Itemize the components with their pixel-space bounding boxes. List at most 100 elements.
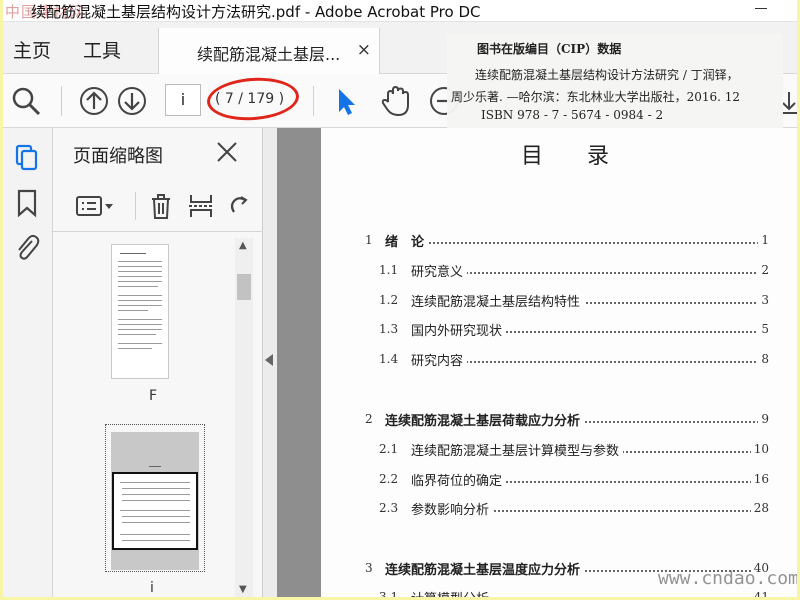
toc-entry[interactable]: 1.4 研究内容 8	[321, 349, 797, 369]
viewport-indicator[interactable]	[112, 472, 198, 550]
previous-page-icon[interactable]	[77, 84, 111, 118]
toc-page-number: 41	[750, 590, 769, 597]
thumb-text-line	[118, 310, 148, 311]
left-icon-rail	[3, 128, 53, 597]
cip-header: 图书在版编目（CIP）数据	[477, 42, 622, 56]
thumb-text-line	[118, 319, 162, 320]
pdf-page: 目录 1 绪 论 1 1.1 研究意义 2 1.2 连续配筋混凝土基层结构特性 3 1.3 国内外研…	[321, 128, 797, 597]
toc-number: 2.1	[379, 442, 399, 456]
toc-leader-dots	[385, 242, 763, 244]
toc-title: 计算模型分析	[411, 588, 494, 597]
thumbnail-scrollbar[interactable]: ▲ ▼	[235, 238, 253, 597]
toc-title: 研究内容	[411, 350, 468, 369]
attachments-icon[interactable]	[12, 232, 42, 262]
toc-number: 2	[365, 412, 373, 426]
toc-entry[interactable]: 1.1 研究意义 2	[321, 260, 797, 280]
thumb-text-line	[118, 348, 152, 349]
watermark-bottom-right: www.cndao.com	[658, 568, 797, 589]
thumb-text-line	[118, 324, 162, 325]
panel-separator	[135, 192, 136, 220]
title-bar: 中国建材网 续配筋混凝土基层结构设计方法研究.pdf - Adobe Acrob…	[3, 0, 797, 22]
toc-title: 参数影响分析	[411, 499, 494, 518]
toc-page-number: 1	[758, 233, 769, 247]
toc-page-number: 5	[758, 322, 769, 336]
thumbnail-label: F	[149, 388, 158, 404]
thumb-text-line	[118, 305, 162, 306]
selected-thumbnail[interactable]	[105, 424, 205, 572]
thumb-text-line	[120, 510, 190, 511]
next-page-icon[interactable]	[115, 84, 149, 118]
minimize-button[interactable]	[755, 8, 767, 9]
cip-line: 连续配筋混凝土基层结构设计方法研究 / 丁润铎，	[475, 68, 739, 82]
thumb-text-line	[122, 522, 190, 523]
select-cursor-icon[interactable]	[329, 84, 363, 118]
thumb-text-line	[122, 488, 190, 489]
page-thumbnail[interactable]	[111, 244, 169, 379]
page-number-input[interactable]: i	[165, 84, 201, 116]
toc-number: 2.2	[379, 472, 399, 486]
toc-page-number: 28	[750, 501, 769, 515]
bookmarks-icon[interactable]	[12, 188, 42, 218]
tab-close-button[interactable]: ×	[357, 40, 371, 60]
toc-title: 连续配筋混凝土基层结构特性	[411, 291, 585, 310]
toc-number: 1.3	[379, 322, 399, 336]
toc-number: 3.1	[379, 590, 399, 597]
delete-icon[interactable]	[147, 192, 175, 220]
toc-page-number: 9	[758, 412, 769, 426]
tools-menu[interactable]: 工具	[83, 36, 121, 63]
thumb-text-line	[118, 343, 162, 344]
thumb-text-line	[120, 534, 190, 535]
thumb-text-line	[118, 295, 162, 296]
thumb-text-line	[118, 329, 162, 330]
hand-tool-icon[interactable]	[379, 84, 413, 118]
toc-entry[interactable]: 1 绪 论 1	[321, 230, 797, 250]
collapse-arrow-icon[interactable]	[265, 354, 273, 366]
toc-number: 2.3	[379, 501, 399, 515]
toc-page-number: 10	[750, 442, 769, 456]
extract-pages-icon[interactable]	[187, 192, 215, 220]
search-icon[interactable]	[9, 84, 43, 118]
toc-page-number: 16	[750, 472, 769, 486]
rotate-icon[interactable]	[225, 192, 253, 220]
toc-title: 绪 论	[385, 231, 429, 250]
toc-title: 研究意义	[411, 261, 468, 280]
thumb-text-line	[118, 286, 158, 287]
thumb-text-line	[118, 300, 162, 301]
thumb-text-line	[120, 482, 190, 483]
toc-entry[interactable]: 2.3 参数影响分析 28	[321, 498, 797, 518]
thumbnail-options-icon[interactable]	[75, 192, 115, 220]
scrollbar-thumb[interactable]	[237, 274, 251, 300]
thumb-text-line	[118, 281, 162, 282]
close-icon[interactable]	[215, 140, 239, 164]
toc-entry[interactable]: 2.2 临界荷位的确定 16	[321, 469, 797, 489]
thumb-text-line	[122, 494, 190, 495]
scroll-up-arrow-icon[interactable]: ▲	[239, 240, 247, 251]
page-thumbnail	[111, 432, 199, 570]
document-view[interactable]: 目录 1 绪 论 1 1.1 研究意义 2 1.2 连续配筋混凝土基层结构特性 3 1.3 国内外研…	[277, 128, 797, 597]
thumb-text-line	[118, 271, 162, 272]
document-tab-label: 续配筋混凝土基层...	[197, 45, 341, 64]
toc-page-number: 2	[758, 263, 769, 277]
page-thumbnails-icon[interactable]	[12, 142, 42, 172]
thumb-text-line	[118, 334, 156, 335]
thumb-text-line	[118, 266, 162, 267]
toc-number: 3	[365, 561, 373, 575]
toolbar-separator	[61, 86, 62, 116]
document-tab[interactable]: 续配筋混凝土基层... ×	[158, 28, 380, 74]
toc-page-number: 8	[758, 352, 769, 366]
toc-entry[interactable]: 2 连续配筋混凝土基层荷载应力分析 9	[321, 409, 797, 429]
thumb-text-line	[120, 253, 146, 254]
toc-title: 连续配筋混凝土基层计算模型与参数	[411, 440, 624, 459]
toc-number: 1.4	[379, 352, 399, 366]
home-menu[interactable]: 主页	[13, 36, 51, 63]
toc-entry[interactable]: 1.3 国内外研究现状 5	[321, 319, 797, 339]
scroll-down-arrow-icon[interactable]: ▼	[239, 584, 247, 595]
toc-page-number: 3	[758, 293, 769, 307]
app-window: 中国建材网 续配筋混凝土基层结构设计方法研究.pdf - Adobe Acrob…	[3, 0, 797, 597]
toc-entry[interactable]: 1.2 连续配筋混凝土基层结构特性 3	[321, 290, 797, 310]
panel-collapse-strip[interactable]	[263, 128, 277, 597]
thumbnail-list: F i	[53, 238, 243, 597]
toc-number: 1.2	[379, 293, 399, 307]
cip-line: 周少乐著. —哈尔滨：东北林业大学出版社，2016. 12	[451, 90, 741, 104]
toc-entry[interactable]: 2.1 连续配筋混凝土基层计算模型与参数 10	[321, 439, 797, 459]
